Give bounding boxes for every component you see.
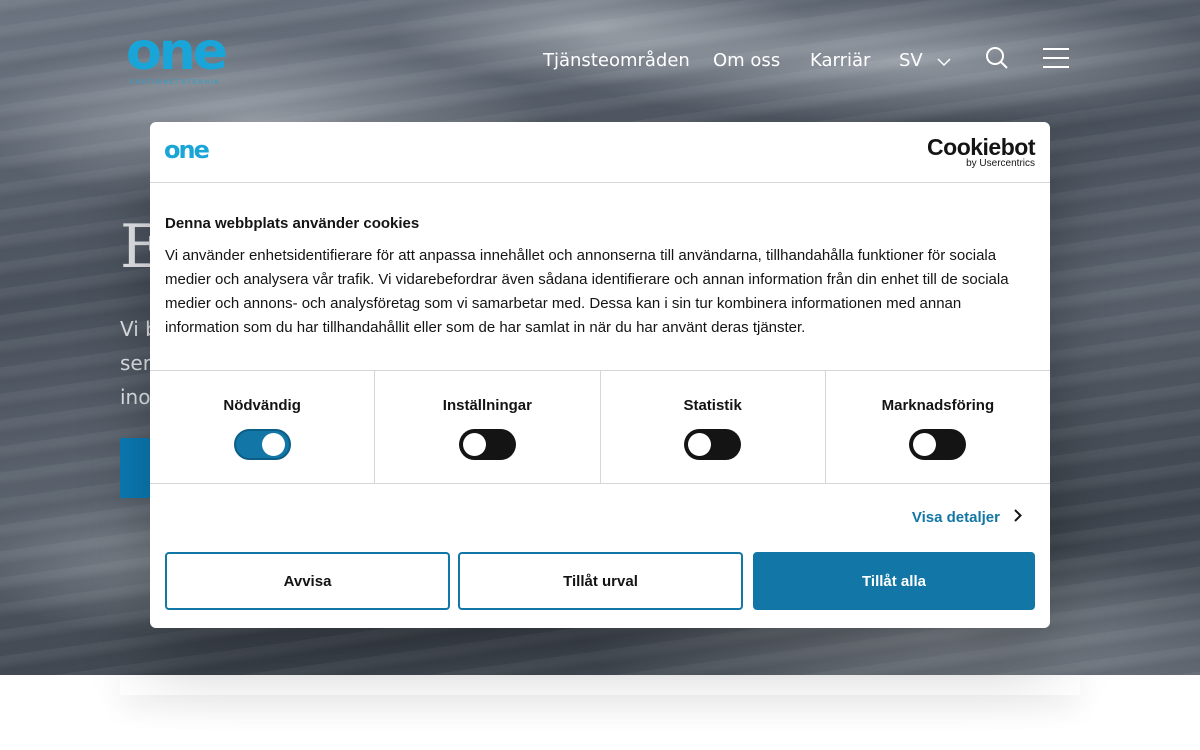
cookiebot-wordmark: Cookiebot [927,134,1035,160]
category-label: Marknadsföring [881,397,995,414]
toggle-knob [261,433,285,456]
category-marketing: Marknadsföring [826,371,1050,483]
dialog-header: one Cookiebot by Usercentrics [150,122,1050,183]
toggle-knob [688,433,712,456]
hero-text-line: ino [120,385,151,409]
hamburger-icon [1043,47,1069,73]
logo-wordmark: one [126,22,228,82]
cookie-consent-dialog: one Cookiebot by Usercentrics Denna webb… [150,122,1050,628]
category-preferences: Inställningar [375,371,601,483]
nav-link[interactable]: Tjänsteområden [543,50,690,71]
logo-subtext: FASTIGHETSTEKNIK [130,80,222,86]
dialog-site-logo: one [164,136,210,164]
search-icon [985,46,1009,75]
content-card-shadow [120,675,1080,695]
nav-link[interactable]: Om oss [713,50,780,71]
category-label: Inställningar [442,397,532,414]
nav-item-karriar[interactable]: Karriär [810,44,870,76]
nav-item-tjansteomraden[interactable]: Tjänsteområden [543,44,690,76]
toggle-marketing[interactable] [909,429,967,460]
reject-button[interactable]: Avvisa [165,552,450,610]
show-details-label: Visa detaljer [911,509,1000,526]
details-row: Visa detaljer [150,484,1050,552]
consent-categories: Nödvändig Inställningar Statistik Markna… [150,371,1050,484]
language-selector[interactable]: SV [899,44,951,76]
dialog-title: Denna webbplats använder cookies [165,215,420,232]
toggle-knob [462,433,486,456]
category-statistics: Statistik [601,371,826,483]
allow-all-button[interactable]: Tillåt alla [753,552,1035,610]
language-code: SV [899,49,923,71]
dialog-description: Vi använder enhetsidentifierare för att … [165,247,1009,336]
nav-item-om-oss[interactable]: Om oss [713,44,780,76]
menu-button[interactable] [1041,44,1071,76]
toggle-statistics[interactable] [684,429,742,460]
category-label: Nödvändig [223,397,301,414]
toggle-preferences[interactable] [458,429,516,460]
allow-selection-button[interactable]: Tillåt urval [458,552,743,610]
chevron-right-icon [1014,509,1022,526]
toggle-necessary[interactable] [233,429,291,460]
site-logo[interactable]: one FASTIGHETSTEKNIK [126,22,228,96]
dialog-actions: Avvisa Tillåt urval Tillåt alla [150,552,1050,610]
hero-text-line: ser [120,351,151,375]
search-button[interactable] [981,44,1013,76]
show-details-link[interactable]: Visa detaljer [912,509,1022,526]
cookiebot-logo[interactable]: Cookiebot by Usercentrics [927,136,1035,170]
category-label: Statistik [683,397,742,414]
category-necessary: Nödvändig [150,371,376,483]
dialog-body: Denna webbplats använder cookies Vi anvä… [150,183,1050,371]
nav-link[interactable]: Karriär [810,50,870,71]
chevron-down-icon [937,50,951,71]
toggle-knob [913,433,937,456]
